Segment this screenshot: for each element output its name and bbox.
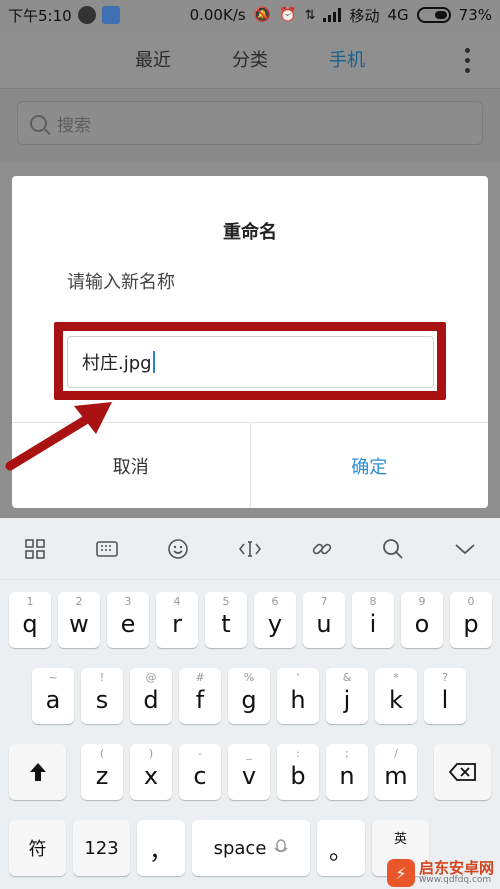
space-key[interactable]: space: [192, 820, 310, 876]
period-key[interactable]: 。: [317, 820, 365, 876]
watermark-url: www.qdfdq.com: [418, 875, 492, 885]
key-m[interactable]: / m: [375, 744, 417, 800]
key-s[interactable]: ! s: [81, 668, 123, 724]
key-t[interactable]: 5t: [205, 592, 247, 648]
watermark: ⚡ 启东安卓网 www.qdfdq.com: [386, 859, 494, 887]
key-y[interactable]: 6y: [254, 592, 296, 648]
key-u[interactable]: 7u: [303, 592, 345, 648]
more-options-icon[interactable]: [465, 48, 470, 73]
watermark-name: 启东安卓网: [418, 859, 494, 877]
key-a[interactable]: ~ a: [32, 668, 74, 724]
key-c[interactable]: -c: [179, 744, 221, 800]
status-bar: 下午5:10 0.00K/s 🔕 ⏰ ⇅ 移动 4G 73%: [0, 0, 500, 30]
tab-phone[interactable]: 手机: [299, 46, 396, 72]
qq-icon: [77, 6, 96, 24]
key-v[interactable]: _ v: [228, 744, 270, 800]
microphone-icon: [274, 839, 288, 853]
key-w[interactable]: 2w: [58, 592, 100, 648]
key-k[interactable]: * k: [375, 668, 417, 724]
key-i[interactable]: 8i: [352, 592, 394, 648]
soft-keyboard: 1q 2w 3e 4r 5t 6y 7u 8i 9o 0p ~ a ! s @ d #…: [0, 518, 500, 889]
dialog-message: 请输入新名称: [67, 272, 175, 293]
key-n[interactable]: ; n: [326, 744, 368, 800]
key-b[interactable]: :b: [277, 744, 319, 800]
shift-key[interactable]: [9, 744, 66, 800]
symbol-key[interactable]: 符: [9, 820, 66, 876]
tab-category[interactable]: 分类: [202, 46, 299, 72]
highlight-box: [54, 322, 446, 400]
backspace-icon: [448, 763, 476, 781]
backspace-key[interactable]: [434, 744, 491, 800]
network-type: 4G: [387, 6, 409, 24]
key-o[interactable]: 9o: [401, 592, 443, 648]
carrier-name: 移动: [349, 6, 380, 25]
grid-icon[interactable]: [20, 534, 50, 564]
vibrate-icon: ⇅: [304, 7, 316, 23]
key-r[interactable]: 4r: [156, 592, 198, 648]
tab-recent[interactable]: 最近: [105, 46, 202, 72]
key-p[interactable]: 0p: [450, 592, 492, 648]
key-l[interactable]: ? l: [424, 668, 466, 724]
key-j[interactable]: & j: [326, 668, 368, 724]
collapse-keyboard-icon[interactable]: [450, 534, 480, 564]
signal-icon: [323, 8, 342, 22]
number-key[interactable]: 123: [73, 820, 130, 876]
watermark-logo-icon: ⚡: [386, 859, 415, 887]
shift-icon: [29, 763, 46, 781]
mute-icon: 🔕: [253, 7, 272, 23]
keyboard-icon[interactable]: [92, 534, 122, 564]
key-z[interactable]: (z: [81, 744, 123, 800]
key-x[interactable]: ) x: [130, 744, 172, 800]
search-input[interactable]: 搜索: [17, 101, 483, 145]
link-icon[interactable]: [307, 534, 337, 564]
ok-button[interactable]: 确定: [249, 423, 489, 508]
keyboard-toolbar: [0, 518, 500, 580]
alarm-icon: ⏰: [279, 7, 297, 23]
status-time: 下午5:10: [8, 6, 72, 25]
search-icon: [30, 114, 47, 132]
cursor-move-icon[interactable]: [235, 534, 265, 564]
key-g[interactable]: % g: [228, 668, 270, 724]
header-tabs: 最近 分类 手机: [0, 30, 500, 88]
battery-icon: [416, 7, 451, 23]
key-f[interactable]: # f: [179, 668, 221, 724]
network-speed: 0.00K/s: [189, 6, 246, 24]
app-notification-icon: [101, 6, 120, 24]
space-label: space: [213, 837, 267, 859]
annotation-arrow-icon: [5, 402, 112, 471]
search-area: 搜索: [0, 88, 500, 163]
key-e[interactable]: 3e: [107, 592, 149, 648]
dialog-title: 重命名: [223, 222, 277, 243]
search-icon[interactable]: [378, 534, 408, 564]
emoji-icon[interactable]: [163, 534, 193, 564]
comma-key[interactable]: ，: [137, 820, 185, 876]
key-d[interactable]: @ d: [130, 668, 172, 724]
key-h[interactable]: ' h: [277, 668, 319, 724]
battery-level: 73%: [458, 6, 492, 24]
key-q[interactable]: 1q: [9, 592, 51, 648]
search-placeholder: 搜索: [57, 115, 91, 136]
